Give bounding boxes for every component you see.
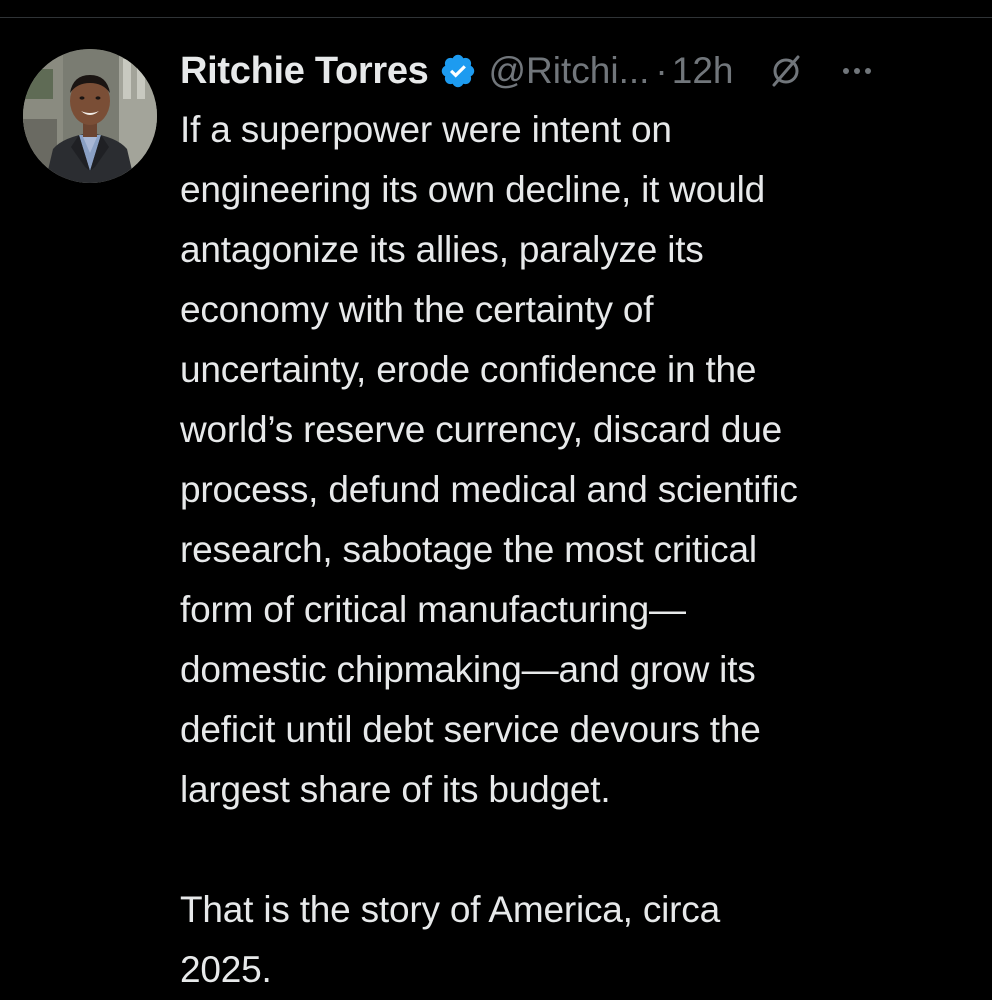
tweet-line: world’s reserve currency, discard due [180, 409, 782, 450]
verified-badge-icon[interactable] [439, 52, 477, 90]
tweet-line: process, defund medical and scientific [180, 469, 798, 510]
tweet-line: engineering its own decline, it would [180, 169, 765, 210]
tweet-line: largest share of its budget. [180, 769, 611, 810]
tweet-line: form of critical manufacturing— [180, 589, 686, 630]
tweet-line: deficit until debt service devours the [180, 709, 761, 750]
avatar-photo [23, 49, 157, 183]
tweet-line: 2025. [180, 949, 272, 990]
tweet-line: research, sabotage the most critical [180, 529, 757, 570]
top-divider [0, 17, 992, 18]
tweet-line: antagonize its allies, paralyze its [180, 229, 704, 270]
tweet-header: Ritchie Torres @Ritchi... · 12h [180, 42, 980, 100]
separator-dot: · [655, 50, 668, 91]
avatar[interactable] [23, 49, 157, 183]
display-name[interactable]: Ritchie Torres [180, 50, 429, 93]
tweet-body: Ritchie Torres @Ritchi... · 12h If a sup… [180, 42, 980, 1000]
grok-icon[interactable] [769, 54, 803, 88]
handle[interactable]: @Ritchi... [489, 50, 650, 92]
timestamp[interactable]: 12h [672, 50, 734, 92]
tweet-line: If a superpower were intent on [180, 109, 672, 150]
tweet-line: That is the story of America, circa [180, 889, 720, 930]
tweet-line: economy with the certainty of [180, 289, 654, 330]
tweet-text: If a superpower were intent on engineeri… [180, 100, 980, 1000]
more-options-icon[interactable] [839, 53, 875, 89]
tweet-line: uncertainty, erode confidence in the [180, 349, 757, 390]
tweet-line: domestic chipmaking—and grow its [180, 649, 756, 690]
